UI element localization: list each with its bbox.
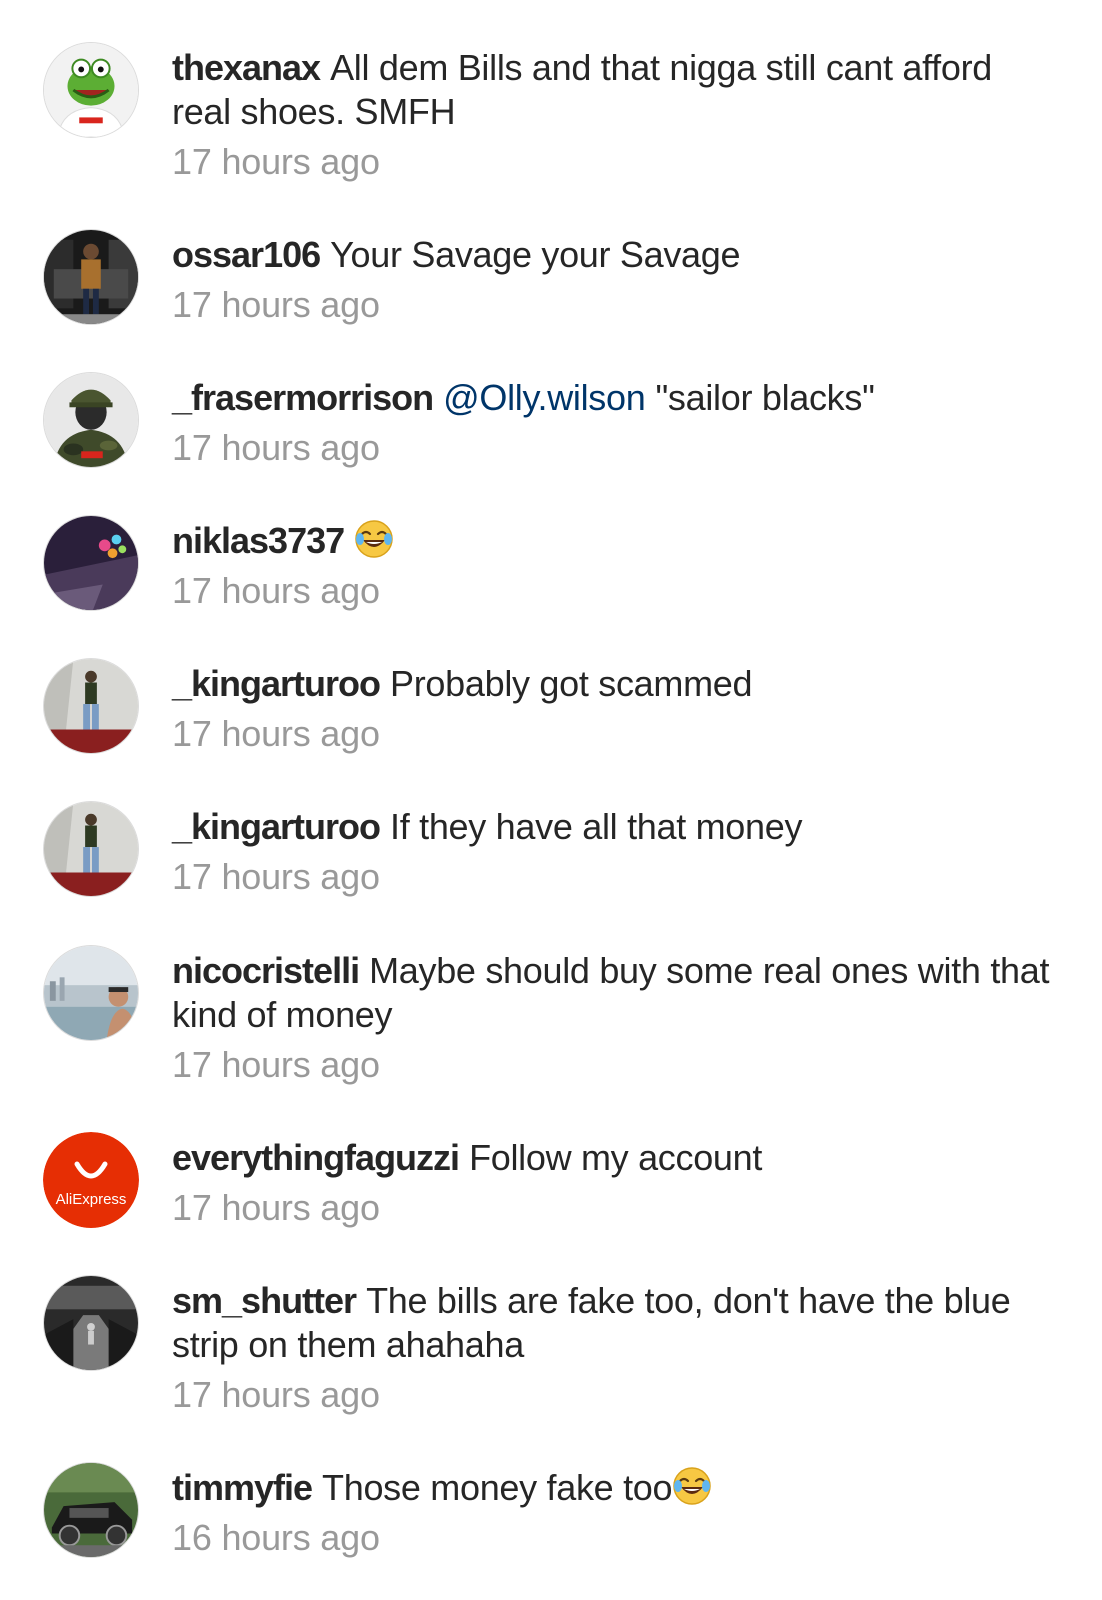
comment-text: nicocristelli Maybe should buy some real … xyxy=(172,949,1052,1037)
comment-body: _kingarturoo If they have all that money … xyxy=(172,805,1052,899)
comment-timestamp[interactable]: 17 hours ago xyxy=(172,426,1052,470)
comment-text: niklas3737 xyxy=(172,519,1052,563)
comment-timestamp[interactable]: 17 hours ago xyxy=(172,712,1052,756)
comment-message: "sailor blacks" xyxy=(655,377,875,418)
comment-message: Those money fake too xyxy=(322,1467,673,1508)
car-avatar[interactable] xyxy=(43,1462,139,1558)
comment-text: _kingarturoo Probably got scammed xyxy=(172,662,1052,706)
comment-text: sm_shutter The bills are fake too, don't … xyxy=(172,1279,1052,1367)
tears-of-joy-emoji-icon xyxy=(355,519,394,559)
comment-text: thexanax All dem Bills and that nigga sti… xyxy=(172,46,1052,134)
comment-message: Probably got scammed xyxy=(390,663,753,704)
comment-body: _frasermorrison @Olly.wilson "sailor black… xyxy=(172,376,1052,470)
comment-body: everythingfaguzzi Follow my account 17 ho… xyxy=(172,1136,1052,1230)
comment-timestamp[interactable]: 17 hours ago xyxy=(172,283,1052,327)
bw-street-avatar[interactable] xyxy=(43,1275,139,1371)
man-by-car-avatar[interactable] xyxy=(43,229,139,325)
comment-timestamp[interactable]: 16 hours ago xyxy=(172,1516,1052,1560)
comment-username[interactable]: _kingarturoo xyxy=(172,806,381,847)
comment-message: Your Savage your Savage xyxy=(330,234,741,275)
aliexpress-logo-text: AliExpress xyxy=(56,1191,127,1208)
comment-message: If they have all that money xyxy=(390,806,803,847)
beach-selfie-avatar[interactable] xyxy=(43,945,139,1041)
comment-body: ossar106 Your Savage your Savage 17 hours… xyxy=(172,233,1052,327)
comment-text: _frasermorrison @Olly.wilson "sailor black… xyxy=(172,376,1052,420)
aliexpress-logo-avatar[interactable]: AliExpress xyxy=(43,1132,139,1228)
comment-body: _kingarturoo Probably got scammed 17 hour… xyxy=(172,662,1052,756)
person-standing-avatar[interactable] xyxy=(43,658,139,754)
comment-text: timmyfie Those money fake too xyxy=(172,1466,1052,1510)
camo-avatar[interactable] xyxy=(43,372,139,468)
comment-username[interactable]: ossar106 xyxy=(172,234,321,275)
comment-body: sm_shutter The bills are fake too, don't … xyxy=(172,1279,1052,1417)
comment-body: nicocristelli Maybe should buy some real … xyxy=(172,949,1052,1087)
comment-text: ossar106 Your Savage your Savage xyxy=(172,233,1052,277)
comment-list: thexanax All dem Bills and that nigga sti… xyxy=(0,0,1102,1600)
comment-username[interactable]: _kingarturoo xyxy=(172,663,381,704)
comment-text: _kingarturoo If they have all that money xyxy=(172,805,1052,849)
tears-of-joy-emoji-icon xyxy=(673,1466,712,1506)
comment-username[interactable]: _frasermorrison xyxy=(172,377,434,418)
person-standing-avatar[interactable] xyxy=(43,801,139,897)
comment-timestamp[interactable]: 17 hours ago xyxy=(172,1043,1052,1087)
comment-timestamp[interactable]: 17 hours ago xyxy=(172,855,1052,899)
comment-timestamp[interactable]: 17 hours ago xyxy=(172,1373,1052,1417)
kermit-avatar[interactable] xyxy=(43,42,139,138)
comment-text: everythingfaguzzi Follow my account xyxy=(172,1136,1052,1180)
comment-timestamp[interactable]: 17 hours ago xyxy=(172,1186,1052,1230)
mention-link[interactable]: @Olly.wilson xyxy=(443,377,646,418)
comment-username[interactable]: thexanax xyxy=(172,47,321,88)
comment-body: thexanax All dem Bills and that nigga sti… xyxy=(172,46,1052,184)
comment-timestamp[interactable]: 17 hours ago xyxy=(172,569,1052,613)
comment-username[interactable]: niklas3737 xyxy=(172,520,345,561)
comment-body: niklas3737 17 hours ago xyxy=(172,519,1052,613)
comment-username[interactable]: sm_shutter xyxy=(172,1280,357,1321)
balloons-avatar[interactable] xyxy=(43,515,139,611)
comment-username[interactable]: everythingfaguzzi xyxy=(172,1137,460,1178)
comment-message: Follow my account xyxy=(469,1137,763,1178)
comment-username[interactable]: timmyfie xyxy=(172,1467,313,1508)
comment-username[interactable]: nicocristelli xyxy=(172,950,360,991)
comment-timestamp[interactable]: 17 hours ago xyxy=(172,140,1052,184)
comment-body: timmyfie Those money fake too 16 hours ag… xyxy=(172,1466,1052,1560)
